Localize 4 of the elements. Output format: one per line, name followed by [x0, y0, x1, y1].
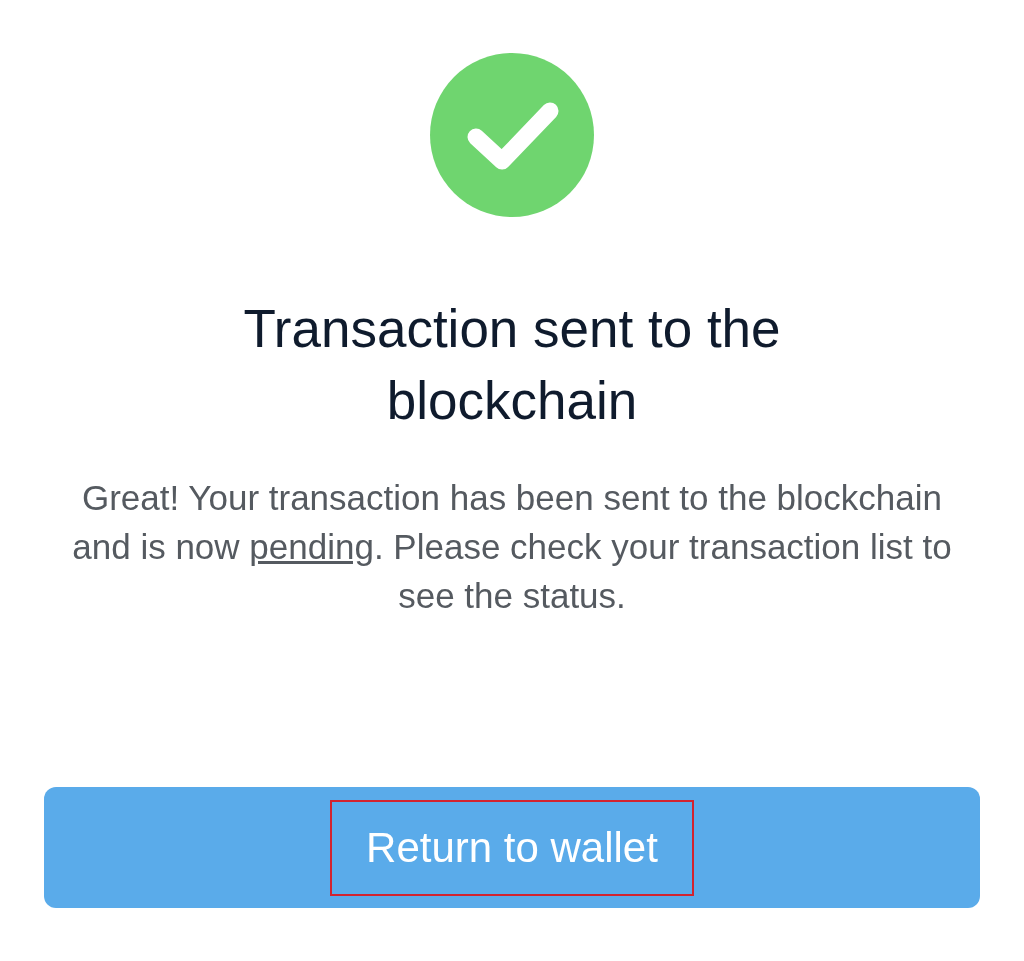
check-circle-icon — [430, 53, 594, 217]
title: Transaction sent to the blockchain — [242, 298, 782, 432]
message: Great! Your transaction has been sent to the blockchain and is now pending. Please check your transaction list to see the status. — [71, 477, 953, 617]
pending-link[interactable]: pending — [249, 527, 374, 566]
